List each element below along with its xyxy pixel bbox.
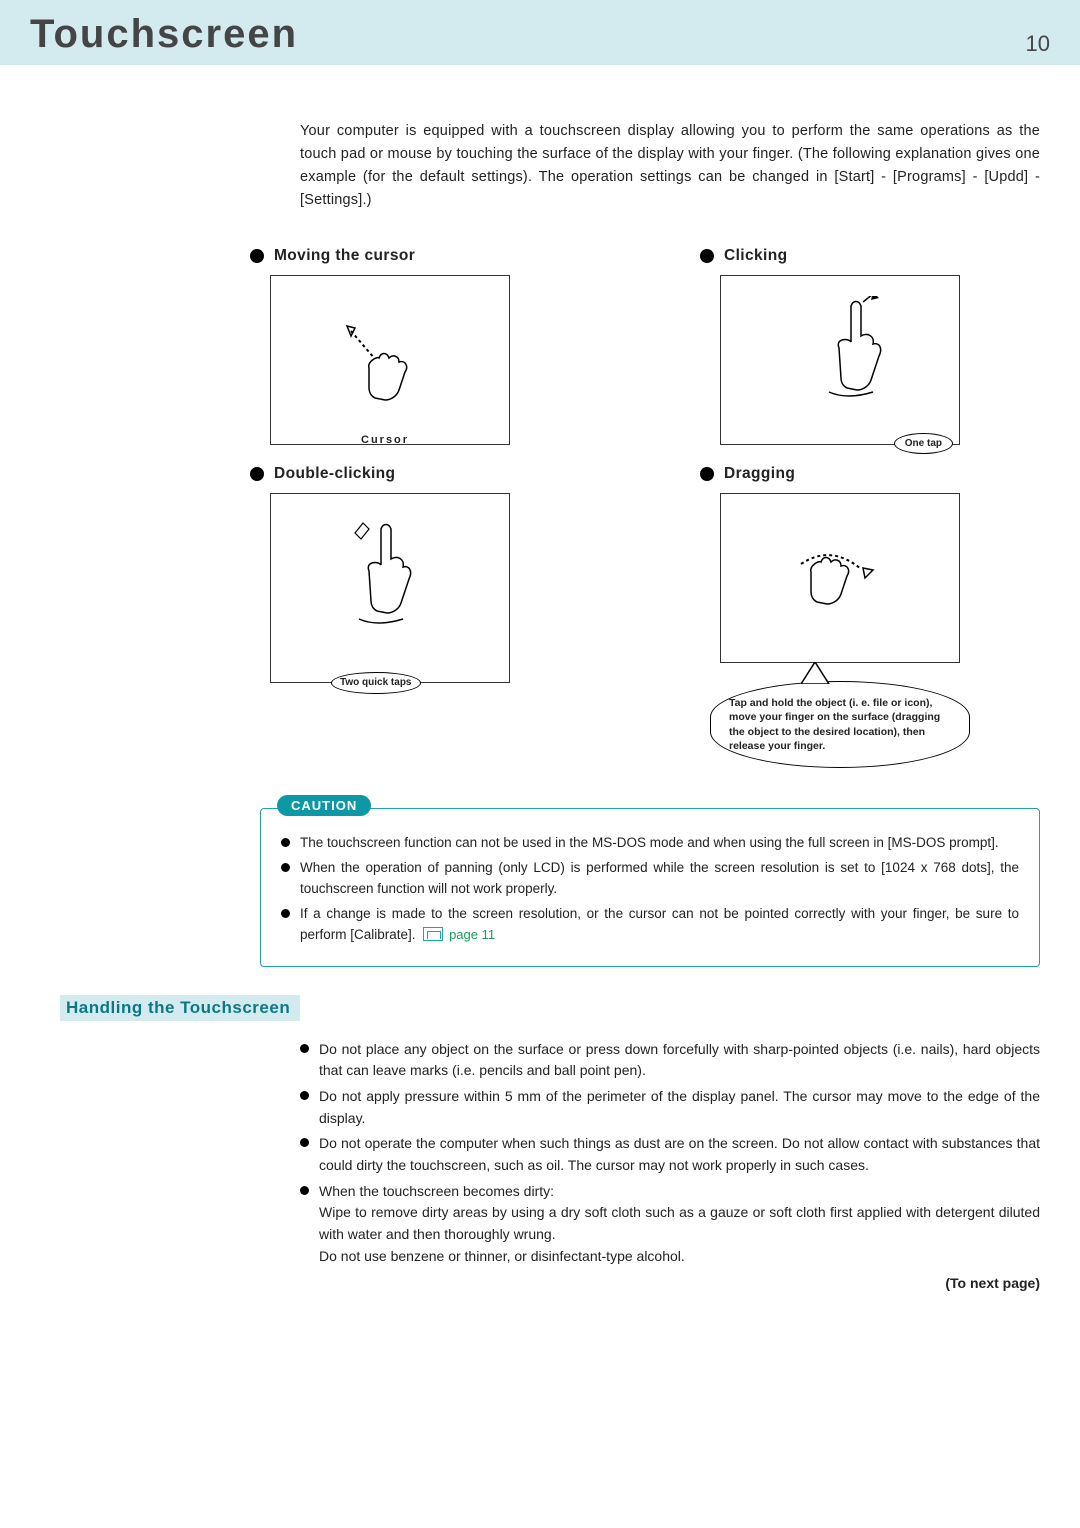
drag-callout-cloud: Tap and hold the object (i. e. file or i… bbox=[710, 681, 970, 768]
bullet-icon bbox=[281, 838, 290, 847]
dragging-diagram bbox=[720, 493, 960, 663]
handling-list: Do not place any object on the surface o… bbox=[300, 1039, 1040, 1296]
handling-item-4: When the touchscreen becomes dirty: Wipe… bbox=[300, 1181, 1040, 1268]
gesture-double-clicking: Double-clicking Two quick taps bbox=[250, 465, 590, 683]
cursor-callout: Cursor bbox=[361, 434, 409, 446]
page-ref-icon bbox=[423, 927, 443, 941]
gesture-dragging-title: Dragging bbox=[700, 465, 1040, 483]
bullet-icon bbox=[281, 909, 290, 918]
gesture-dragging-label: Dragging bbox=[724, 465, 795, 483]
page-ref-link[interactable]: page 11 bbox=[449, 927, 495, 942]
page-title: Touchscreen bbox=[30, 12, 298, 57]
bullet-icon bbox=[300, 1138, 309, 1147]
caution-box: CAUTION The touchscreen function can not… bbox=[260, 808, 1040, 967]
bullet-icon bbox=[300, 1091, 309, 1100]
handling-item-1: Do not place any object on the surface o… bbox=[300, 1039, 1040, 1082]
handling-item-2: Do not apply pressure within 5 mm of the… bbox=[300, 1086, 1040, 1129]
gesture-diagrams: Moving the cursor Cursor Clicking bbox=[250, 247, 1040, 768]
intro-paragraph: Your computer is equipped with a touchsc… bbox=[300, 120, 1040, 213]
drag-callout-text: Tap and hold the object (i. e. file or i… bbox=[729, 697, 940, 752]
gesture-clicking: Clicking One tap bbox=[700, 247, 1040, 445]
bullet-icon bbox=[300, 1186, 309, 1195]
gesture-double-clicking-title: Double-clicking bbox=[250, 465, 590, 483]
hand-tap-icon bbox=[821, 296, 941, 436]
caution-item-2: When the operation of panning (only LCD)… bbox=[281, 858, 1019, 900]
cloud-tail-icon bbox=[801, 662, 831, 684]
clicking-diagram: One tap bbox=[720, 275, 960, 445]
bullet-icon bbox=[300, 1044, 309, 1053]
gesture-clicking-title: Clicking bbox=[700, 247, 1040, 265]
hand-double-tap-icon bbox=[351, 519, 481, 669]
bullet-icon bbox=[281, 863, 290, 872]
handling-subtitle: Handling the Touchscreen bbox=[60, 995, 300, 1021]
header-band: Touchscreen 10 bbox=[0, 0, 1080, 65]
caution-item-1: The touchscreen function can not be used… bbox=[281, 833, 1019, 854]
next-page-note: (To next page) bbox=[300, 1273, 1040, 1295]
caution-item-3: If a change is made to the screen resolu… bbox=[281, 904, 1019, 946]
bullet-icon bbox=[250, 249, 264, 263]
page-body: Your computer is equipped with a touchsc… bbox=[0, 65, 1080, 1325]
double-clicking-diagram: Two quick taps bbox=[270, 493, 510, 683]
gesture-moving-label: Moving the cursor bbox=[274, 247, 415, 265]
moving-diagram: Cursor bbox=[270, 275, 510, 445]
bullet-icon bbox=[700, 249, 714, 263]
gesture-moving: Moving the cursor Cursor bbox=[250, 247, 590, 445]
handling-item-3: Do not operate the computer when such th… bbox=[300, 1133, 1040, 1176]
hand-drag-icon bbox=[791, 534, 941, 664]
diagram-row-1: Moving the cursor Cursor Clicking bbox=[250, 247, 1040, 445]
hand-cursor-icon bbox=[341, 316, 461, 436]
diagram-row-2: Double-clicking Two quick taps bbox=[250, 465, 1040, 768]
gesture-clicking-label: Clicking bbox=[724, 247, 788, 265]
bullet-icon bbox=[700, 467, 714, 481]
page-number: 10 bbox=[1026, 31, 1050, 57]
one-tap-callout: One tap bbox=[894, 433, 953, 454]
gesture-dragging: Dragging Tap and hold the object (i. e. … bbox=[700, 465, 1040, 768]
gesture-double-clicking-label: Double-clicking bbox=[274, 465, 395, 483]
bullet-icon bbox=[250, 467, 264, 481]
gesture-moving-title: Moving the cursor bbox=[250, 247, 590, 265]
caution-tag: CAUTION bbox=[277, 795, 371, 816]
two-quick-taps-callout: Two quick taps bbox=[331, 672, 421, 694]
